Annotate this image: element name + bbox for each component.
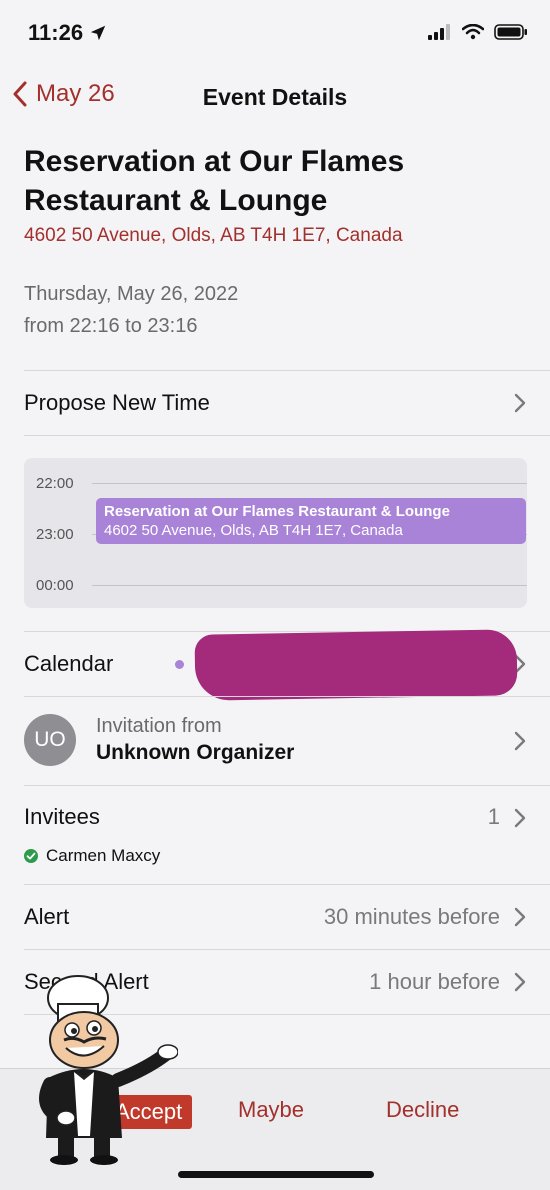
wifi-icon: [462, 24, 484, 40]
propose-new-time-row[interactable]: Propose New Time: [0, 371, 550, 435]
accepted-check-icon: [24, 849, 38, 863]
chevron-right-icon: [514, 907, 526, 927]
navigation-bar: May 26 Event Details: [0, 72, 550, 122]
invitee-name: Carmen Maxcy: [46, 846, 161, 865]
status-indicators: [428, 24, 528, 40]
clock-text: 11:26: [28, 20, 84, 45]
calendar-color-dot: [175, 660, 184, 669]
organizer-name: Unknown Organizer: [96, 741, 295, 764]
chef-mascot-watermark: [39, 975, 178, 1165]
calendar-label: Calendar: [24, 651, 114, 676]
avatar: UO: [24, 714, 76, 766]
hour-label: 23:00: [36, 526, 74, 543]
event-block-subtitle: 4602 50 Avenue, Olds, AB T4H 1E7, Canada: [104, 522, 403, 539]
alert-label: Alert: [24, 904, 70, 929]
maybe-button[interactable]: Maybe: [238, 1097, 304, 1123]
battery-icon: [494, 24, 527, 40]
divider: [24, 435, 550, 436]
page-title: Event Details: [202, 84, 348, 110]
event-title-line-1: Reservation at Our Flames: [24, 145, 405, 178]
event-time-range: from 22:16 to 23:16: [24, 315, 198, 337]
chevron-right-icon: [514, 972, 526, 992]
event-block-title: Reservation at Our Flames Restaurant & L…: [104, 503, 450, 520]
alert-value: 30 minutes before: [323, 904, 500, 929]
invitee-item: Carmen Maxcy: [24, 846, 160, 866]
organizer-row[interactable]: Invitation from Unknown Organizer: [0, 697, 550, 785]
hour-label: 22:00: [36, 475, 74, 492]
invitees-label: Invitees: [24, 804, 100, 829]
status-time: 11:26: [28, 20, 107, 46]
hour-label: 00:00: [36, 577, 74, 594]
chevron-right-icon: [514, 808, 526, 828]
location-arrow-icon: [90, 25, 106, 41]
hour-line: [92, 483, 527, 484]
propose-new-time-label: Propose New Time: [24, 390, 210, 415]
invitees-count: 1: [487, 804, 500, 829]
event-block[interactable]: Reservation at Our Flames Restaurant & L…: [96, 498, 526, 544]
event-date: Thursday, May 26, 2022: [24, 283, 239, 305]
status-bar: 11:26: [0, 0, 550, 68]
redaction-scribble: [194, 629, 518, 701]
hour-line: [92, 585, 527, 586]
event-title-line-2: Restaurant & Lounge: [24, 184, 328, 217]
chevron-right-icon: [514, 393, 526, 413]
invitees-row[interactable]: Invitees 1 Carmen Maxcy: [0, 786, 550, 884]
day-preview: 22:00 23:00 00:00 Reservation at Our Fla…: [24, 458, 527, 608]
chevron-right-icon: [514, 731, 526, 751]
event-title: Reservation at Our Flames Restaurant & L…: [24, 142, 504, 220]
event-address-link[interactable]: 4602 50 Avenue, Olds, AB T4H 1E7, Canada: [24, 225, 403, 247]
decline-button[interactable]: Decline: [386, 1097, 459, 1123]
second-alert-value: 1 hour before: [369, 969, 500, 994]
signal-icon: [428, 24, 450, 40]
home-indicator: [178, 1171, 374, 1178]
alert-row[interactable]: Alert 30 minutes before: [0, 885, 550, 949]
organizer-caption: Invitation from: [96, 715, 222, 737]
